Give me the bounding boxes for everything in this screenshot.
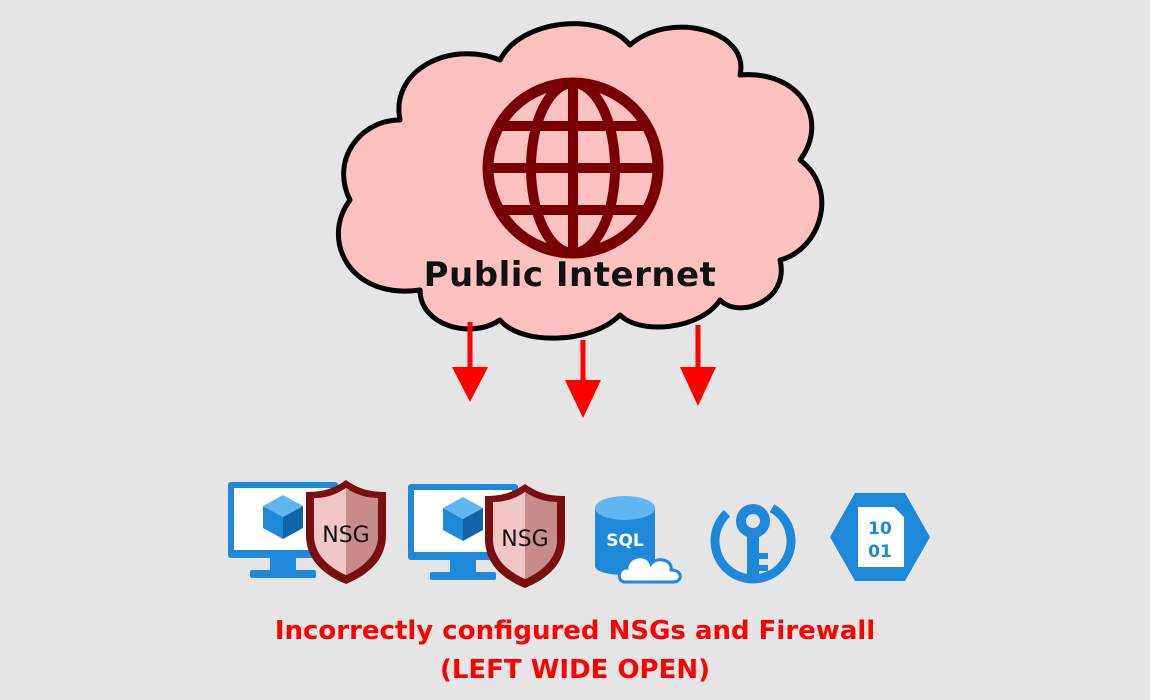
- arrow-down-icon: [452, 322, 488, 402]
- globe-icon: [482, 77, 664, 259]
- arrow-down-icon: [680, 325, 716, 406]
- cloud-label: Public Internet: [423, 255, 717, 295]
- diagram-canvas: NSG NSG SQL 10 01: [228, 21, 930, 588]
- sql-database-icon: SQL: [595, 496, 682, 584]
- nsg-label: NSG: [501, 527, 548, 552]
- nsg-shield-icon: NSG: [306, 480, 386, 584]
- caption-line-2: (LEFT WIDE OPEN): [439, 655, 711, 685]
- nsg-shield-icon: NSG: [485, 484, 565, 588]
- arrow-down-icon: [565, 340, 601, 418]
- blob-bits-line2: 01: [868, 542, 892, 562]
- storage-blob-icon: 10 01: [830, 493, 930, 581]
- caption-line-1: Incorrectly configured NSGs and Firewall: [274, 616, 876, 646]
- blob-bits-line1: 10: [868, 519, 892, 539]
- key-vault-icon: [710, 498, 796, 584]
- nsg-label: NSG: [322, 523, 369, 548]
- cloud-icon: [617, 555, 682, 584]
- sql-label: SQL: [606, 531, 644, 551]
